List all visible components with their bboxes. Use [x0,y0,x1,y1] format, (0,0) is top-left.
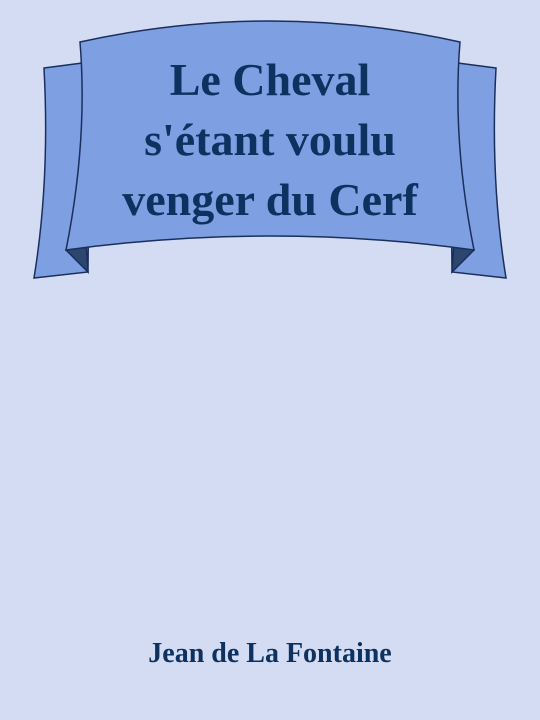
title-banner: Le Cheval s'étant voulu venger du Cerf [0,0,540,300]
book-title: Le Cheval s'étant voulu venger du Cerf [80,50,460,230]
title-line-1: Le Cheval [169,54,371,105]
author-name: Jean de La Fontaine [148,638,392,669]
title-line-2: s'étant voulu [144,114,396,165]
title-line-3: venger du Cerf [122,174,418,225]
